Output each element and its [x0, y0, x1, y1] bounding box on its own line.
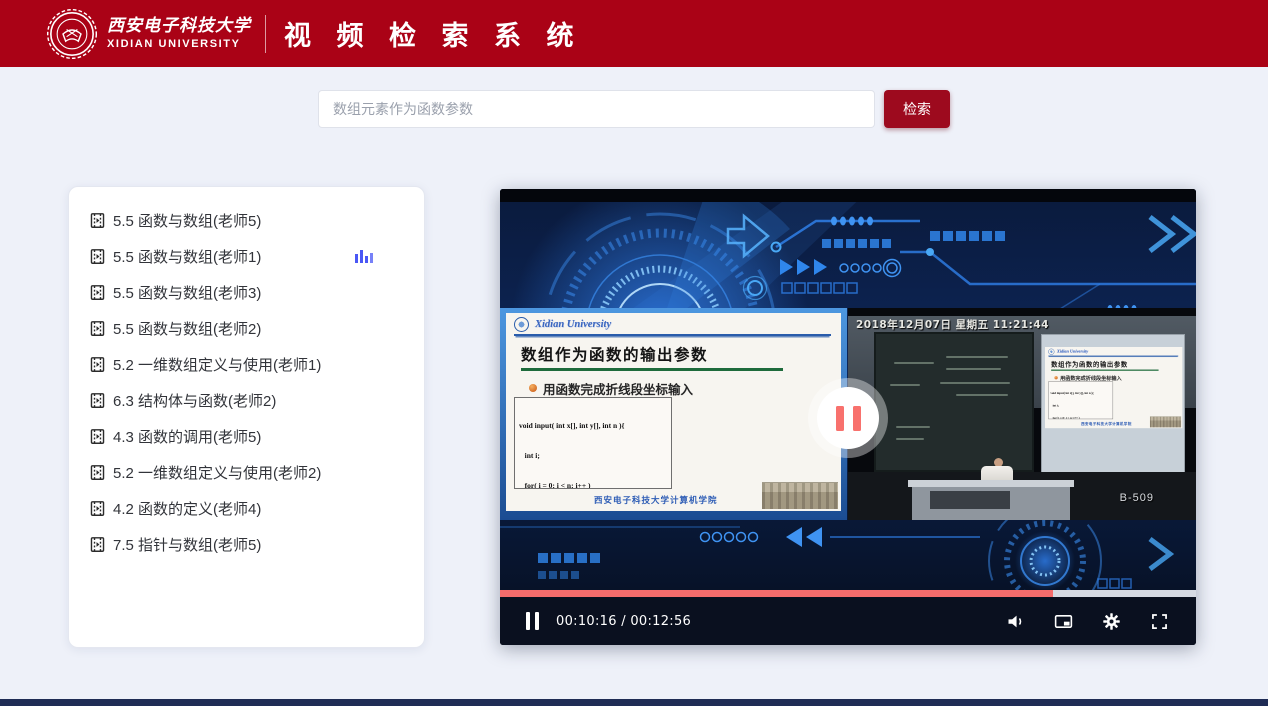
brand-english: XIDIAN UNIVERSITY: [107, 38, 251, 50]
video-title: 5.2 一维数组定义与使用(老师1): [113, 354, 321, 375]
brand-block: 西安电子科技大学 XIDIAN UNIVERSITY: [107, 17, 251, 50]
film-icon: [89, 428, 106, 445]
results-list: 5.5 函数与数组(老师5) 5.5 函数与数组(老师1) 5.5 函数与数组(…: [69, 202, 424, 562]
slide-code-block: void input( int x[], int y[], int n ){ i…: [1048, 381, 1113, 419]
brand-chinese: 西安电子科技大学: [107, 17, 251, 36]
film-icon: [89, 212, 106, 229]
pause-icon: [817, 387, 879, 449]
slide-university-name: Xidian University: [535, 319, 611, 330]
video-result-item[interactable]: 5.5 函数与数组(老师2): [69, 310, 424, 346]
video-player: Xidian University 数组作为函数的输出参数 用函数完成折线段坐标…: [500, 189, 1196, 645]
gear-icon: [1101, 611, 1122, 632]
slide-title-underline: [1051, 370, 1158, 371]
progress-bar[interactable]: [500, 590, 1196, 597]
player-controls: 00:10:16 / 00:12:56: [500, 597, 1196, 645]
slide-title-underline: [521, 368, 783, 371]
video-classroom-view: Xidian University 数组作为函数的输出参数 用函数完成折线段坐标…: [848, 308, 1196, 520]
volume-icon: [1005, 611, 1026, 632]
video-result-item[interactable]: 5.5 函数与数组(老师3): [69, 274, 424, 310]
bullet-icon: [1054, 376, 1057, 379]
bullet-icon: [529, 384, 537, 392]
results-panel: 5.5 函数与数组(老师5) 5.5 函数与数组(老师1) 5.5 函数与数组(…: [68, 186, 425, 648]
film-icon: [89, 320, 106, 337]
room-number: B-509: [1120, 492, 1154, 504]
video-result-item[interactable]: 7.5 指针与数组(老师5): [69, 526, 424, 562]
building-photo: [1150, 416, 1181, 427]
slide-content: Xidian University 数组作为函数的输出参数 用函数完成折线段坐标…: [1045, 347, 1182, 428]
building-photo: [762, 482, 838, 509]
video-result-item[interactable]: 5.5 函数与数组(老师5): [69, 202, 424, 238]
video-result-item[interactable]: 5.5 函数与数组(老师1): [69, 238, 424, 274]
video-result-item[interactable]: 5.2 一维数组定义与使用(老师2): [69, 454, 424, 490]
podium: [912, 480, 1070, 520]
theater-mode-button[interactable]: [1053, 611, 1074, 632]
fullscreen-button[interactable]: [1149, 611, 1170, 632]
slide-header: Xidian University: [514, 317, 831, 336]
slide-footer-text: 西安电子科技大学计算机学院: [1081, 421, 1132, 426]
video-title: 5.5 函数与数组(老师1): [113, 246, 261, 267]
theater-mode-icon: [1053, 611, 1074, 632]
pause-button[interactable]: [526, 612, 539, 630]
settings-button[interactable]: [1101, 611, 1122, 632]
film-icon: [89, 356, 106, 373]
play-pause-overlay-button[interactable]: [808, 378, 888, 458]
video-title: 6.3 结构体与函数(老师2): [113, 390, 276, 411]
film-icon: [89, 284, 106, 301]
slide-title: 数组作为函数的输出参数: [1051, 359, 1182, 368]
now-playing-icon: [354, 248, 374, 268]
app-header: 西安电子科技大学 XIDIAN UNIVERSITY 视 频 检 索 系 统: [0, 0, 1268, 67]
video-title: 4.3 函数的调用(老师5): [113, 426, 261, 447]
slide-title: 数组作为函数的输出参数: [521, 343, 841, 365]
blackboard: [874, 332, 1034, 472]
film-icon: [89, 248, 106, 265]
slide-bullet-line: 用函数完成折线段坐标输入: [529, 379, 841, 398]
video-result-item[interactable]: 6.3 结构体与函数(老师2): [69, 382, 424, 418]
film-icon: [89, 464, 106, 481]
page-title: 视 频 检 索 系 统: [284, 14, 583, 53]
time-display: 00:10:16 / 00:12:56: [556, 614, 691, 629]
video-display[interactable]: Xidian University 数组作为函数的输出参数 用函数完成折线段坐标…: [500, 189, 1196, 590]
video-title: 4.2 函数的定义(老师4): [113, 498, 261, 519]
video-title: 5.2 一维数组定义与使用(老师2): [113, 462, 321, 483]
projection-screen: Xidian University 数组作为函数的输出参数 用函数完成折线段坐标…: [1041, 334, 1185, 486]
slide-university-name: Xidian University: [1057, 349, 1088, 354]
slide-university-logo-icon: [514, 317, 529, 332]
video-result-item[interactable]: 4.3 函数的调用(老师5): [69, 418, 424, 454]
video-title: 5.5 函数与数组(老师2): [113, 318, 261, 339]
video-retrieval-app: 西安电子科技大学 XIDIAN UNIVERSITY 视 频 检 索 系 统 检…: [0, 0, 1268, 706]
video-title: 5.5 函数与数组(老师3): [113, 282, 261, 303]
camera-timestamp: 2018年12月07日 星期五 11:21:44: [856, 317, 1049, 332]
footer-bar: [0, 699, 1268, 706]
video-title: 5.5 函数与数组(老师5): [113, 210, 261, 231]
search-input[interactable]: [318, 90, 875, 128]
film-icon: [89, 500, 106, 517]
video-slide-view: Xidian University 数组作为函数的输出参数 用函数完成折线段坐标…: [500, 308, 847, 520]
search-button[interactable]: 检索: [884, 90, 950, 128]
slide-content: Xidian University 数组作为函数的输出参数 用函数完成折线段坐标…: [506, 313, 841, 511]
film-icon: [89, 536, 106, 553]
slide-bullet-text: 用函数完成折线段坐标输入: [543, 379, 693, 398]
slide-university-logo-icon: [1048, 349, 1054, 355]
slide-footer-text: 西安电子科技大学计算机学院: [594, 494, 718, 506]
video-title: 7.5 指针与数组(老师5): [113, 534, 261, 555]
video-result-item[interactable]: 4.2 函数的定义(老师4): [69, 490, 424, 526]
slide-code-block: void input( int x[], int y[], int n ){ i…: [514, 397, 672, 489]
header-divider: [265, 15, 266, 53]
slide-header: Xidian University: [1048, 349, 1178, 357]
university-logo-icon: [45, 7, 99, 61]
film-icon: [89, 392, 106, 409]
progress-fill: [500, 590, 1053, 597]
video-result-item[interactable]: 5.2 一维数组定义与使用(老师1): [69, 346, 424, 382]
fullscreen-icon: [1149, 611, 1170, 632]
volume-button[interactable]: [1005, 611, 1026, 632]
